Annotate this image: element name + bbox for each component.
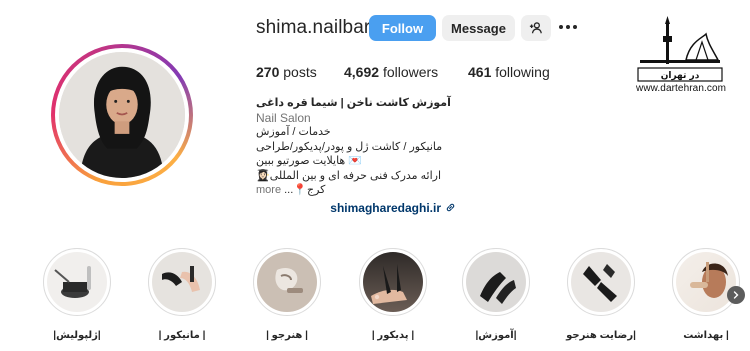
highlight-item[interactable]: |ژلپولیش| [41,248,113,341]
highlight-label: |آموزش| [475,330,517,341]
highlight-ring [462,248,530,316]
following-label: following [495,64,550,80]
highlight-cover [152,252,212,312]
highlight-label: | مانیکور | [158,330,206,341]
highlight-ring [359,248,427,316]
chevron-right-icon [733,291,739,299]
followers-stat[interactable]: 4,692 followers [344,64,438,80]
highlight-cover-art [371,264,407,304]
watermark-url: www.dartehran.com [636,83,727,94]
highlight-item[interactable]: |آموزش| [460,248,532,341]
highlight-cover [571,252,631,312]
suggest-user-button[interactable] [521,15,551,41]
bio-line: خدمات / آموزش [256,126,331,138]
highlight-cover-art [480,272,516,304]
highlight-ring [567,248,635,316]
followers-label: followers [382,64,439,80]
following-count: 461 [468,64,492,80]
bio-line: 💌 هایلایت صورتیو ببین [256,155,362,167]
bio-display-name: آموزش کاشت ناخن | شیما قره داغی [256,97,451,109]
profile-bio: آموزش کاشت ناخن | شیما قره داغی Nail Sal… [256,96,456,215]
highlight-ring [672,248,740,316]
highlight-label: | بهداشت [683,330,729,341]
highlight-cover [257,252,317,312]
message-button[interactable]: Message [442,15,515,41]
highlight-label: | هنرجو | [266,330,308,341]
profile-username: shima.nailbarr [256,17,377,38]
dot [559,25,563,29]
bio-line: ارائه مدرک فنی حرفه ای و بین المللی👩🏻‍🎓 [256,169,442,182]
highlight-item[interactable]: | مانیکور | [146,248,218,341]
followers-count: 4,692 [344,64,380,80]
link-icon [446,203,455,212]
highlight-cover-art [275,268,303,293]
bio-website-link[interactable]: shimagharedaghi.ir [256,201,456,216]
highlight-cover-art [583,264,617,302]
follow-button[interactable]: Follow [369,15,436,41]
highlight-ring [148,248,216,316]
highlight-item[interactable]: | پدیکور | [357,248,429,341]
posts-count: 270 [256,64,280,80]
highlight-cover [676,252,736,312]
bio-line: مانیکور / کاشت ژل و پودر/پدیکور/طراحی [256,140,443,153]
highlight-cover-art [54,266,91,298]
dot [573,25,577,29]
highlight-cover-art [162,266,200,292]
highlight-item[interactable]: | هنرجو | [251,248,323,341]
svg-text:در تهران: در تهران [661,71,700,81]
dot [566,25,570,29]
highlight-cover-art [690,262,728,298]
avatar-photo-illustration [59,52,185,178]
story-highlights: | بهداشت |رضایت هنرجو |آموزش| | پدیکور |… [0,248,750,348]
highlight-label: |ژلپولیش| [53,330,101,341]
avatar[interactable] [59,52,185,178]
posts-label: posts [283,64,317,80]
avatar-gap [55,48,189,182]
bio-more-link[interactable]: more [256,184,281,196]
highlight-ring [253,248,321,316]
highlight-cover [466,252,526,312]
bio-category: Nail Salon [256,110,311,125]
following-stat[interactable]: 461 following [468,64,550,80]
profile-avatar-ring[interactable] [51,44,193,186]
highlight-label: |رضایت هنرجو [566,330,636,341]
highlights-next-button[interactable] [727,286,745,304]
posts-stat: 270 posts [256,64,317,80]
highlight-item[interactable]: |رضایت هنرجو [565,248,637,341]
more-options-icon[interactable] [559,20,579,34]
highlight-label: | پدیکور | [371,330,415,341]
highlight-cover [363,252,423,312]
bio-line: کرج📍... [284,184,326,196]
bio-website-text: shimagharedaghi.ir [330,200,441,215]
bio-last-line: کرج📍... more [256,183,456,198]
highlight-ring [43,248,111,316]
highlight-cover [47,252,107,312]
add-user-icon [529,22,542,34]
